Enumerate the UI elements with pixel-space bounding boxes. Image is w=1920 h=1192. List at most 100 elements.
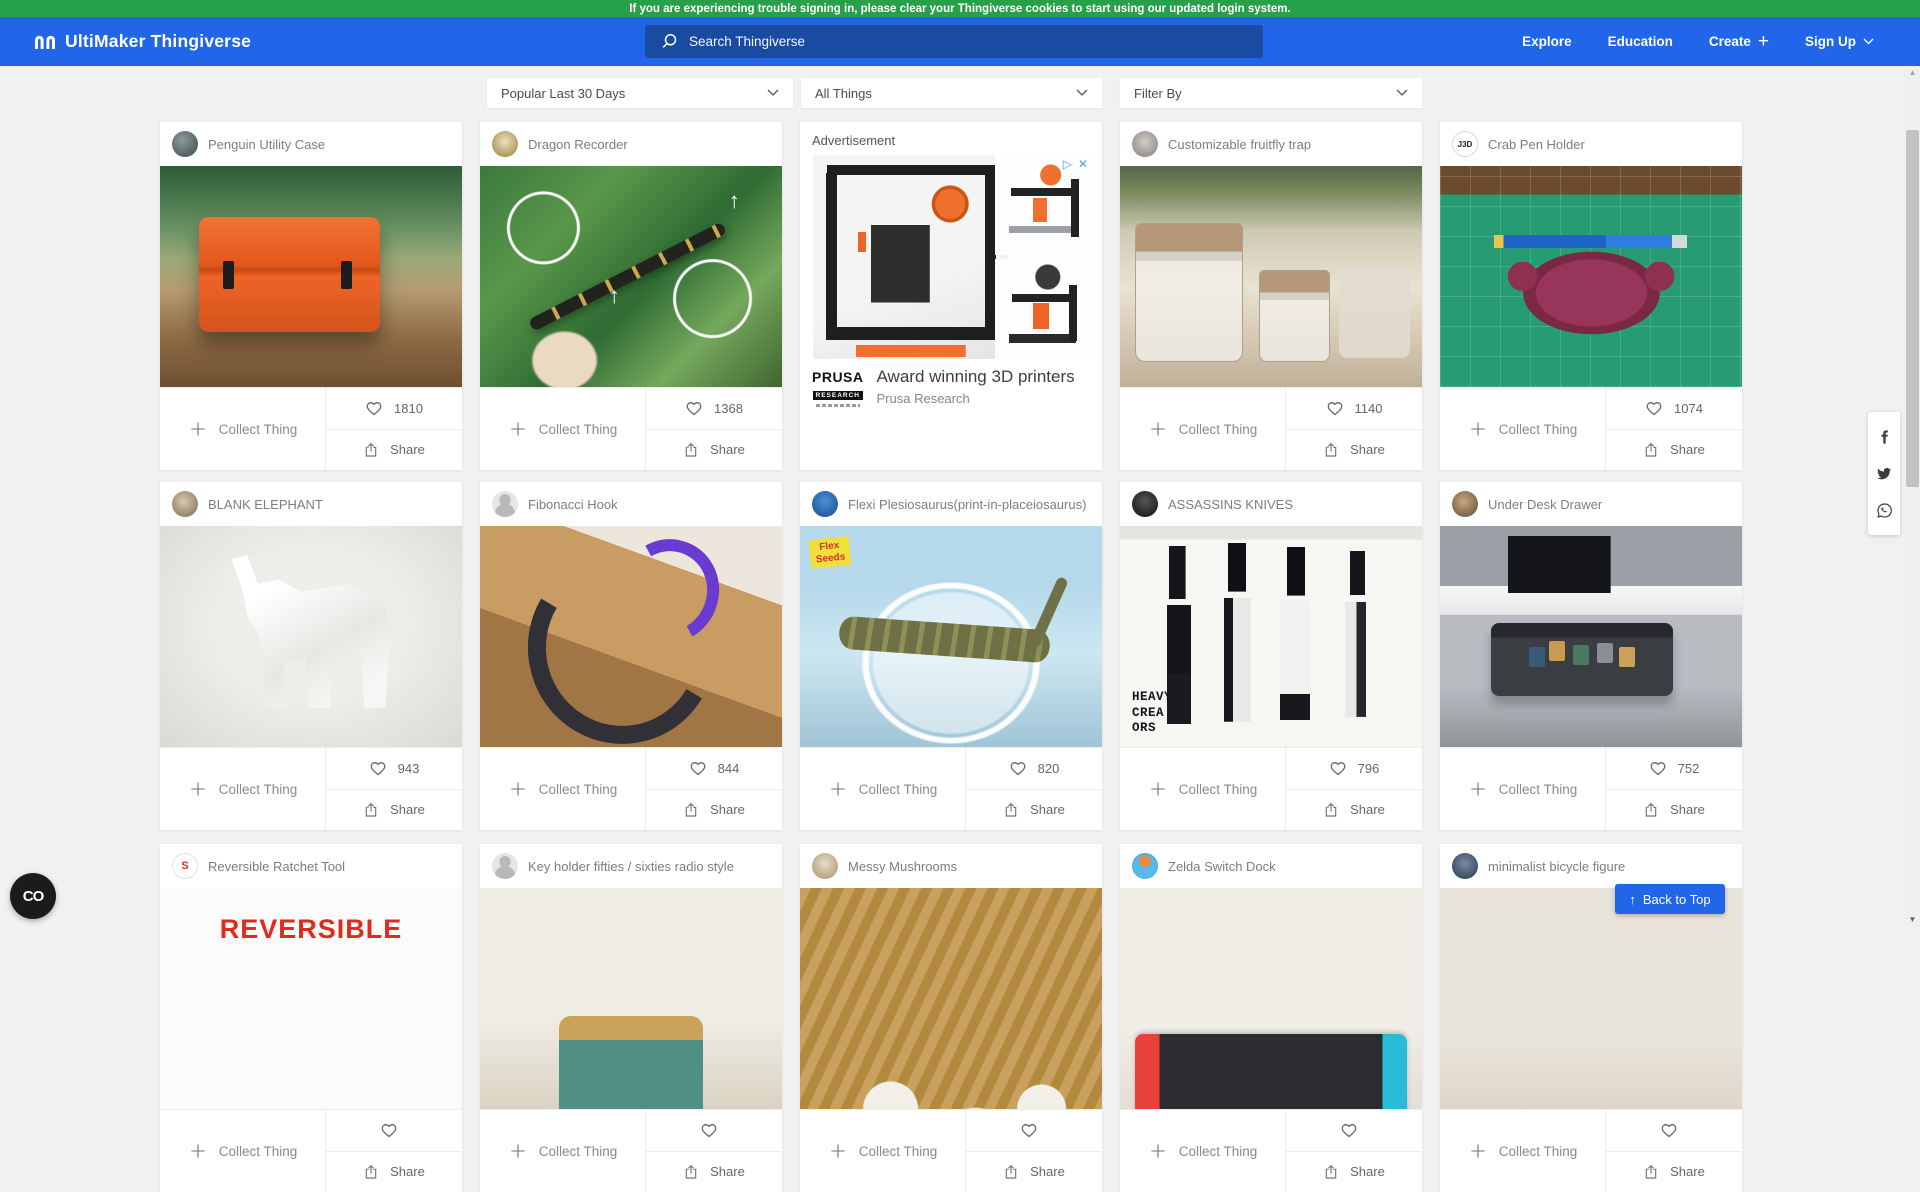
creator-avatar[interactable] — [492, 853, 518, 879]
creator-avatar[interactable] — [172, 131, 198, 157]
thing-title[interactable]: ASSASSINS KNIVES — [1168, 497, 1293, 512]
creator-avatar[interactable] — [1452, 853, 1478, 879]
scrollbar-down-arrow[interactable]: ▼ — [1905, 915, 1920, 928]
thing-thumbnail[interactable] — [1440, 166, 1742, 387]
collect-thing-button[interactable]: Collect Thing — [160, 748, 326, 830]
share-button[interactable]: Share — [966, 1152, 1102, 1192]
like-button[interactable]: 796 — [1286, 748, 1422, 790]
collect-thing-button[interactable]: Collect Thing — [160, 388, 326, 470]
thing-title[interactable]: Penguin Utility Case — [208, 137, 325, 152]
like-button[interactable]: 752 — [1606, 748, 1742, 790]
scrollbar-up-arrow[interactable]: ▲ — [1905, 68, 1920, 81]
like-button[interactable]: 1810 — [326, 388, 462, 430]
thing-thumbnail[interactable] — [480, 888, 782, 1109]
thing-thumbnail[interactable]: HEAVY CREA ORS — [1120, 526, 1422, 747]
thing-thumbnail[interactable] — [1440, 526, 1742, 747]
like-button[interactable] — [1606, 1110, 1742, 1152]
facebook-share-button[interactable] — [1868, 418, 1900, 455]
share-button[interactable]: Share — [1286, 1152, 1422, 1192]
creator-avatar[interactable]: J3D — [1452, 131, 1478, 157]
creator-avatar[interactable] — [492, 131, 518, 157]
collect-thing-button[interactable]: Collect Thing — [480, 748, 646, 830]
thing-title[interactable]: Crab Pen Holder — [1488, 137, 1585, 152]
thing-title[interactable]: Zelda Switch Dock — [1168, 859, 1276, 874]
thing-thumbnail[interactable] — [160, 526, 462, 747]
thing-title[interactable]: Flexi Plesiosaurus(print-in-placeiosauru… — [848, 497, 1086, 512]
like-button[interactable]: 820 — [966, 748, 1102, 790]
thing-title[interactable]: Reversible Ratchet Tool — [208, 859, 345, 874]
like-button[interactable] — [966, 1110, 1102, 1152]
nav-sign-up[interactable]: Sign Up — [1805, 34, 1874, 49]
share-button[interactable]: Share — [1606, 790, 1742, 831]
thing-thumbnail[interactable] — [800, 888, 1102, 1109]
collect-thing-button[interactable]: Collect Thing — [1120, 748, 1286, 830]
creator-avatar[interactable]: S — [172, 853, 198, 879]
collect-thing-button[interactable]: Collect Thing — [1440, 748, 1606, 830]
collect-thing-button[interactable]: Collect Thing — [1120, 1110, 1286, 1192]
thing-card-header: Messy Mushrooms — [800, 844, 1102, 888]
twitter-share-button[interactable] — [1868, 455, 1900, 492]
creator-avatar[interactable] — [812, 853, 838, 879]
share-button[interactable]: Share — [326, 430, 462, 471]
adchoices-icon[interactable]: ▷ — [1063, 157, 1072, 171]
share-button[interactable]: Share — [1286, 790, 1422, 831]
creator-avatar[interactable] — [492, 491, 518, 517]
ad-headline[interactable]: Award winning 3D printers — [877, 367, 1075, 387]
thing-title[interactable]: Fibonacci Hook — [528, 497, 618, 512]
thing-thumbnail[interactable] — [1440, 888, 1742, 1109]
like-button[interactable]: 1140 — [1286, 388, 1422, 430]
like-button[interactable]: 1074 — [1606, 388, 1742, 430]
share-button[interactable]: Share — [646, 790, 782, 831]
share-button[interactable]: Share — [1606, 1152, 1742, 1192]
thing-card: J3D Crab Pen Holder Collect Thing 1074 S… — [1440, 122, 1742, 470]
share-button[interactable]: Share — [326, 790, 462, 831]
creator-avatar[interactable] — [1132, 491, 1158, 517]
thing-title[interactable]: Under Desk Drawer — [1488, 497, 1602, 512]
creator-avatar[interactable] — [1132, 853, 1158, 879]
collect-thing-button[interactable]: Collect Thing — [160, 1110, 326, 1192]
thing-thumbnail[interactable] — [480, 526, 782, 747]
thing-title[interactable]: Messy Mushrooms — [848, 859, 957, 874]
creator-avatar[interactable] — [812, 491, 838, 517]
thing-thumbnail[interactable] — [1120, 888, 1422, 1109]
thing-thumbnail[interactable] — [1120, 166, 1422, 387]
thing-title[interactable]: BLANK ELEPHANT — [208, 497, 323, 512]
like-button[interactable] — [1286, 1110, 1422, 1152]
collect-thing-button[interactable]: Collect Thing — [1440, 1110, 1606, 1192]
creator-avatar[interactable] — [1132, 131, 1158, 157]
thing-thumbnail[interactable]: REVERSIBLE — [160, 888, 462, 1109]
thing-thumbnail[interactable]: Flex Seeds — [800, 526, 1102, 747]
like-share-cell: Share — [1606, 1110, 1742, 1192]
like-button[interactable]: 844 — [646, 748, 782, 790]
collect-thing-button[interactable]: Collect Thing — [1120, 388, 1286, 470]
scrollbar-thumb[interactable] — [1906, 130, 1919, 487]
thing-thumbnail[interactable] — [160, 166, 462, 387]
advertisement-creative[interactable]: ▷ ✕ — [811, 155, 1091, 359]
share-button[interactable]: Share — [1606, 430, 1742, 471]
thing-title[interactable]: Customizable fruitfly trap — [1168, 137, 1311, 152]
like-button[interactable]: 1368 — [646, 388, 782, 430]
share-button[interactable]: Share — [646, 430, 782, 471]
thing-title[interactable]: Key holder fifties / sixties radio style — [528, 859, 734, 874]
thing-thumbnail[interactable] — [480, 166, 782, 387]
collect-thing-button[interactable]: Collect Thing — [800, 748, 966, 830]
whatsapp-share-button[interactable] — [1868, 492, 1900, 529]
like-button[interactable] — [646, 1110, 782, 1152]
creator-avatar[interactable] — [1452, 491, 1478, 517]
cookie-settings-widget[interactable]: CO — [10, 873, 56, 919]
ad-close-icon[interactable]: ✕ — [1078, 157, 1088, 171]
collect-thing-button[interactable]: Collect Thing — [480, 388, 646, 470]
back-to-top-button[interactable]: ↑ Back to Top — [1615, 884, 1725, 914]
thing-title[interactable]: Dragon Recorder — [528, 137, 628, 152]
share-button[interactable]: Share — [326, 1152, 462, 1192]
collect-thing-button[interactable]: Collect Thing — [800, 1110, 966, 1192]
share-button[interactable]: Share — [966, 790, 1102, 831]
creator-avatar[interactable] — [172, 491, 198, 517]
share-button[interactable]: Share — [646, 1152, 782, 1192]
like-button[interactable]: 943 — [326, 748, 462, 790]
collect-thing-button[interactable]: Collect Thing — [480, 1110, 646, 1192]
thing-title[interactable]: minimalist bicycle figure — [1488, 859, 1625, 874]
like-button[interactable] — [326, 1110, 462, 1152]
share-button[interactable]: Share — [1286, 430, 1422, 471]
collect-thing-button[interactable]: Collect Thing — [1440, 388, 1606, 470]
